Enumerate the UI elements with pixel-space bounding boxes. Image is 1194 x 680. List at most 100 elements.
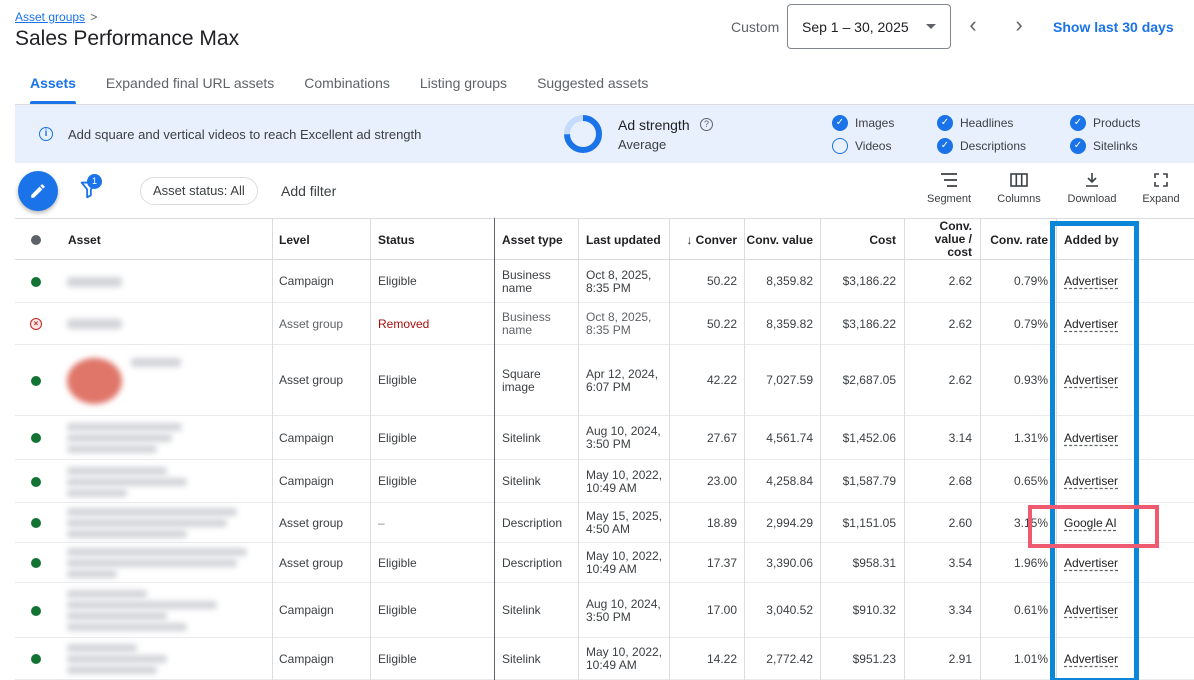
cell-cost-text: $951.23 (852, 651, 896, 666)
cell-status: Eligible (378, 638, 498, 680)
cell-added-by[interactable]: Advertiser (1064, 260, 1144, 303)
table-row: × Asset group Removed Business name Oct 8, 2… (15, 303, 1194, 345)
table-row: Campaign Eligible Sitelink May 10, 2022, 10… (15, 460, 1194, 503)
check-circle-icon: ✓ (937, 138, 953, 154)
col-conv-rate[interactable]: Conv. rate (981, 219, 1048, 260)
table-row: Campaign Eligible Business name Oct 8, 2025… (15, 260, 1194, 303)
col-last-updated[interactable]: Last updated (586, 219, 661, 260)
tab-suggested-assets[interactable]: Suggested assets (522, 60, 663, 104)
show-last-30-days-button[interactable]: Show last 30 days (1053, 19, 1174, 35)
cell-added-by-text[interactable]: Advertiser (1064, 431, 1118, 445)
cell-added-by[interactable]: Advertiser (1064, 345, 1144, 416)
cell-added-by[interactable]: Advertiser (1064, 303, 1144, 345)
cell-added-by[interactable]: Google AI (1064, 503, 1144, 543)
cell-added-by-text[interactable]: Advertiser (1064, 475, 1118, 488)
tab-expanded-final-url-assets[interactable]: Expanded final URL assets (91, 60, 289, 104)
cell-added-by[interactable]: Advertiser (1064, 583, 1144, 638)
asset-status-chip[interactable]: Asset status: All (140, 177, 258, 205)
col-conv-value-cost[interactable]: Conv. value / cost (907, 219, 972, 260)
asset-text-redacted (67, 655, 167, 663)
column-divider (370, 218, 371, 680)
cell-last-updated-text: May 10, 2022, 10:49 AM (586, 467, 663, 495)
cell-last-updated-text: May 10, 2022, 10:49 AM (586, 549, 663, 576)
table-row: Campaign Eligible Sitelink Aug 10, 2024, 3:… (15, 583, 1194, 638)
date-range-value: Sep 1 – 30, 2025 (802, 18, 909, 35)
cell-added-by[interactable]: Advertiser (1064, 543, 1144, 583)
cell-level: Campaign (279, 583, 374, 638)
segment-button[interactable]: Segment (914, 172, 984, 205)
expand-icon (1154, 173, 1168, 187)
cell-last-updated: May 10, 2022, 10:49 AM (586, 460, 666, 503)
col-conversions[interactable]: ↓ Conver (670, 219, 737, 260)
cell-status-text: Removed (378, 316, 430, 331)
cell-conversions-text: 14.22 (706, 651, 737, 666)
cell-added-by-text[interactable]: Google AI (1064, 516, 1117, 530)
cell-conv-value-cost: 2.68 (907, 460, 972, 503)
cell-conv-value-cost-text: 3.34 (948, 603, 972, 617)
check-circle-icon: ✓ (937, 115, 953, 131)
cell-added-by[interactable]: Advertiser (1064, 416, 1144, 460)
tab-combinations[interactable]: Combinations (289, 60, 405, 104)
tab-listing-groups[interactable]: Listing groups (405, 60, 522, 104)
cell-conversions-text: 50.22 (706, 316, 737, 331)
cell-added-by-text[interactable]: Advertiser (1064, 652, 1118, 666)
col-added-by[interactable]: Added by (1064, 219, 1119, 260)
cell-added-by[interactable]: Advertiser (1064, 638, 1144, 680)
col-conv-value[interactable]: Conv. value (745, 219, 813, 260)
asset-text-redacted (67, 423, 182, 431)
help-icon[interactable]: ? (700, 118, 713, 131)
breadcrumb-link-asset-groups[interactable]: Asset groups (15, 10, 85, 24)
edit-button[interactable] (18, 171, 58, 211)
cell-asset-type-text: Sitelink (502, 603, 541, 617)
col-asset-type[interactable]: Asset type (502, 219, 563, 260)
column-divider (578, 218, 579, 680)
eligible-status-dot-icon (31, 375, 41, 386)
cell-conv-value-text: 2,772.42 (766, 651, 813, 666)
cell-conversions-text: 23.00 (706, 474, 737, 488)
cell-conv-value-cost-text: 2.62 (948, 316, 972, 331)
columns-button[interactable]: Columns (984, 172, 1054, 205)
cell-added-by-text[interactable]: Advertiser (1064, 374, 1118, 387)
cell-level-text: Campaign (279, 430, 334, 445)
tab-assets[interactable]: Assets (15, 60, 91, 104)
col-status[interactable]: Status (378, 219, 415, 260)
cell-cost: $3,186.22 (821, 303, 896, 345)
cell-added-by-text[interactable]: Advertiser (1064, 275, 1118, 288)
cell-conversions: 50.22 (670, 303, 737, 345)
cell-conv-rate-text: 0.79% (1013, 316, 1048, 331)
breadcrumb: Asset groups > (15, 10, 97, 24)
next-period-button[interactable]: › (1008, 12, 1030, 37)
cell-cost: $2,687.05 (821, 345, 896, 416)
cell-conv-value: 4,258.84 (745, 460, 813, 503)
col-level[interactable]: Level (279, 219, 310, 260)
table-header: Asset Level Status Asset type Last updat… (15, 218, 1194, 260)
cell-conversions-text: 17.37 (706, 555, 737, 570)
download-button[interactable]: Download (1057, 172, 1127, 205)
check-label: Headlines (960, 116, 1014, 130)
col-asset[interactable]: Asset (68, 219, 101, 260)
col-cost[interactable]: Cost (821, 219, 896, 260)
check-sitelinks: ✓ Sitelinks (1070, 138, 1138, 154)
download-icon (1086, 173, 1098, 187)
cell-added-by-text[interactable]: Advertiser (1064, 317, 1118, 331)
previous-period-button[interactable]: ‹ (962, 12, 984, 37)
eligible-status-dot-icon (31, 276, 41, 287)
asset-text-redacted (67, 644, 137, 652)
cell-added-by-text[interactable]: Advertiser (1064, 556, 1118, 570)
cell-asset-type-text: Sitelink (502, 430, 541, 445)
cell-conversions-text: 18.89 (706, 515, 737, 530)
add-filter-button[interactable]: Add filter (281, 183, 336, 199)
cell-added-by[interactable]: Advertiser (1064, 460, 1144, 503)
expand-button[interactable]: Expand (1126, 172, 1194, 205)
cell-conv-rate-text: 3.15% (1013, 515, 1048, 530)
eligible-status-dot-icon (31, 433, 41, 443)
cell-conversions: 17.00 (670, 583, 737, 638)
cell-conv-value-text: 4,258.84 (766, 474, 813, 488)
cell-asset-type-text: Description (502, 555, 563, 570)
check-images: ✓ Images (832, 115, 894, 131)
date-range-picker[interactable]: Sep 1 – 30, 2025 (787, 4, 951, 49)
eligible-status-dot-icon (31, 654, 41, 664)
status-dot-header-icon (31, 235, 41, 245)
cell-added-by-text[interactable]: Advertiser (1064, 604, 1118, 617)
asset-text-redacted (131, 357, 181, 367)
